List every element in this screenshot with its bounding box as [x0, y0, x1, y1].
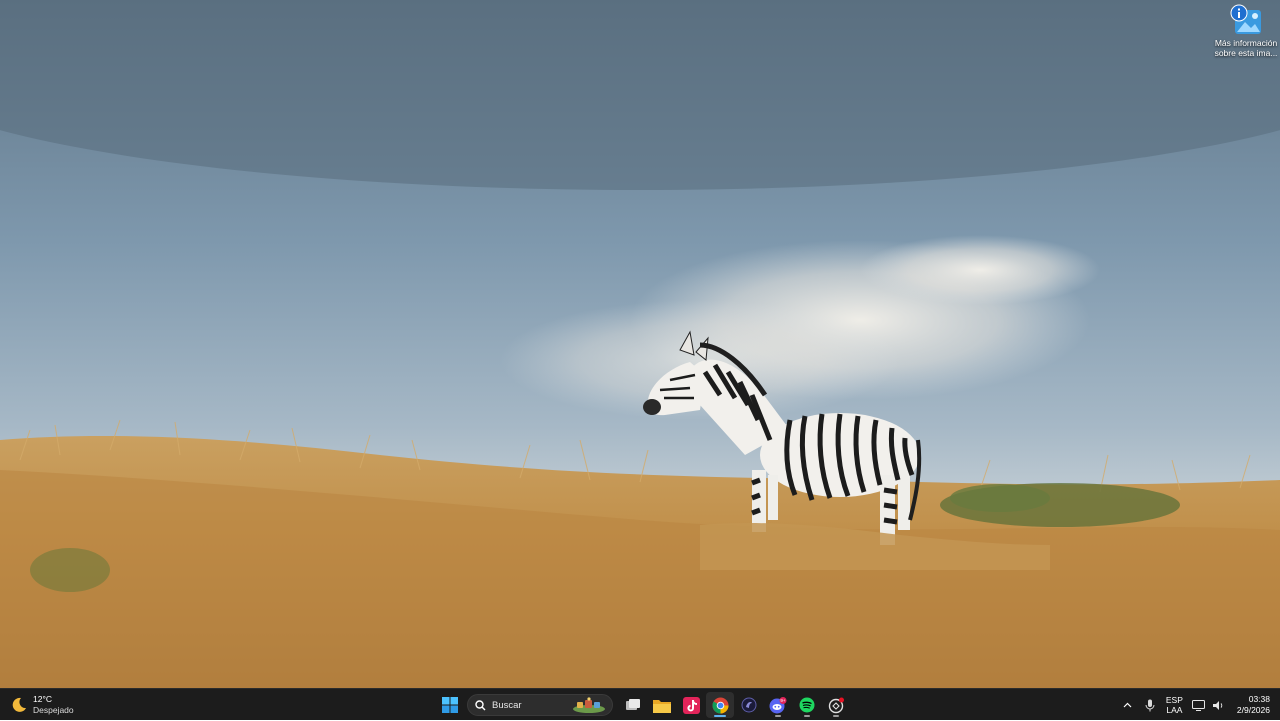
tiktok-button[interactable]	[677, 692, 705, 718]
search-icon	[475, 699, 486, 710]
wallpaper-zebra-savanna	[0, 0, 1280, 688]
microphone-icon	[1145, 699, 1155, 711]
running-indicator	[833, 715, 839, 717]
keyboard-layout: LAA	[1166, 705, 1183, 715]
taskbar-search-box[interactable]: Buscar	[467, 694, 613, 716]
weather-condition: Despejado	[33, 705, 74, 715]
file-explorer-icon	[653, 699, 671, 713]
taskbar-center: Buscar 9+	[436, 692, 851, 718]
taskbar: 12°C Despejado Buscar 9+ ESP LAA 03:38 2…	[0, 688, 1280, 720]
discord-icon: 9+	[769, 696, 787, 713]
app-button[interactable]	[735, 692, 763, 718]
network-monitor-icon	[1192, 699, 1206, 711]
language-code: ESP	[1165, 695, 1183, 705]
chatgpt-button[interactable]	[822, 692, 850, 718]
system-tray: ESP LAA 03:38 2/9/2026	[1118, 689, 1280, 721]
spotify-button[interactable]	[793, 692, 821, 718]
file-explorer-button[interactable]	[648, 692, 676, 718]
moon-icon	[12, 697, 26, 712]
windows-logo-icon	[442, 697, 458, 713]
clock-time: 03:38	[1248, 694, 1270, 704]
chrome-icon	[712, 697, 728, 713]
microphone-button[interactable]	[1140, 693, 1160, 717]
task-view-icon	[626, 699, 640, 710]
image-info-icon	[1230, 4, 1262, 36]
running-indicator	[775, 715, 781, 717]
desktop-icon-label: Más información sobre esta ima...	[1214, 38, 1278, 58]
app-icon	[741, 697, 757, 713]
chevron-up-icon	[1123, 702, 1132, 708]
running-indicator	[804, 715, 810, 717]
search-label: Buscar	[492, 699, 522, 711]
weather-temperature: 12°C	[33, 694, 52, 704]
network-button[interactable]	[1189, 693, 1209, 717]
discord-badge: 9+	[780, 698, 786, 703]
weather-widget[interactable]: 12°C Despejado	[10, 693, 74, 717]
clock[interactable]: 03:38 2/9/2026	[1237, 694, 1270, 716]
task-view-button[interactable]	[619, 692, 647, 718]
show-hidden-icons-button[interactable]	[1118, 693, 1138, 717]
chatgpt-icon	[828, 697, 844, 713]
volume-button[interactable]	[1209, 693, 1229, 717]
spotify-icon	[799, 697, 815, 713]
desktop[interactable]: Más información sobre esta ima...	[0, 0, 1280, 688]
tiktok-icon	[682, 696, 700, 714]
input-language-indicator[interactable]: ESP LAA	[1166, 695, 1183, 715]
chrome-button[interactable]	[706, 692, 734, 718]
running-indicator	[714, 715, 726, 717]
discord-button[interactable]: 9+	[764, 692, 792, 718]
speaker-icon	[1213, 700, 1223, 710]
start-button[interactable]	[436, 692, 464, 718]
learn-more-about-image-shortcut[interactable]: Más información sobre esta ima...	[1214, 4, 1278, 58]
search-highlight-icon	[573, 697, 605, 713]
clock-date: 2/9/2026	[1236, 705, 1270, 715]
